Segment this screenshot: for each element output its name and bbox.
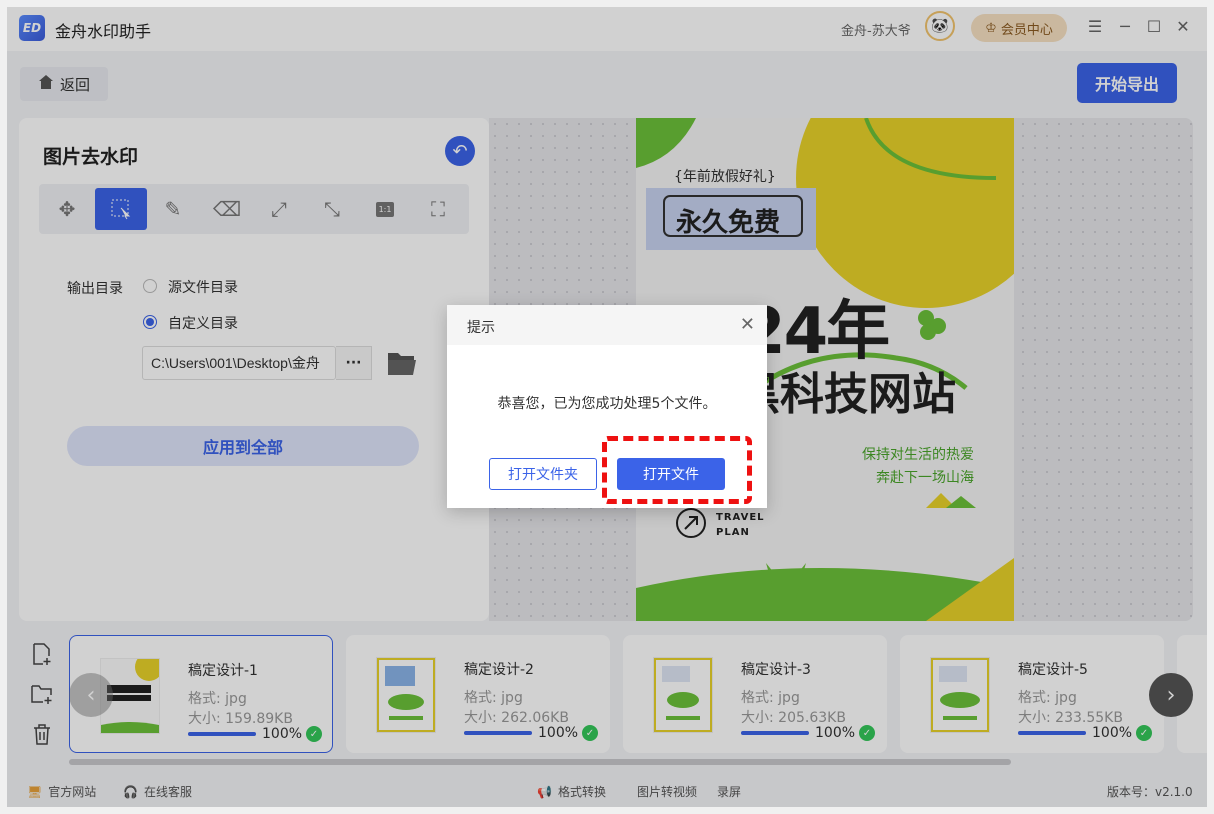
- open-folder-button[interactable]: 打开文件夹: [489, 458, 597, 490]
- dialog-close-icon[interactable]: ✕: [740, 314, 755, 335]
- annotation-highlight-box: [602, 436, 752, 504]
- dialog-message: 恭喜您，已为您成功处理5个文件。: [497, 396, 717, 412]
- dialog-header: 提示 ✕: [447, 305, 767, 345]
- app-window: ED 金舟水印助手 金舟-苏大爷 🐼 ♔ 会员中心 ☰ ─ ☐ ✕ 返回 开始导…: [7, 7, 1207, 807]
- dialog-title: 提示: [467, 320, 495, 336]
